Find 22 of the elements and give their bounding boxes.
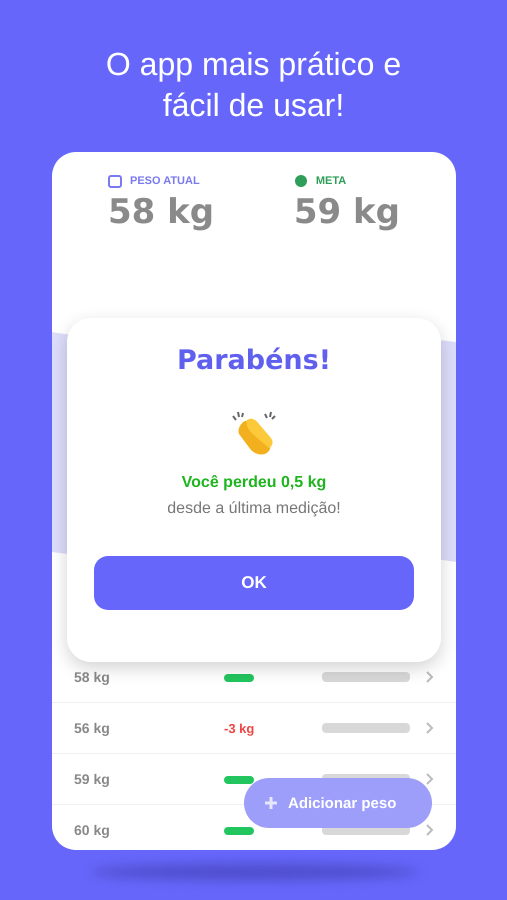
chevron-icon [426,773,434,785]
target-icon [294,174,308,188]
weight-loss-message: Você perdeu 0,5 kg [182,474,326,492]
calendar-icon [108,174,122,188]
since-last-measurement-text: desde a última medição! [167,500,341,518]
weight-change: -3 kg [224,720,254,736]
weight-entry: 60 kg [74,822,111,838]
ok-button[interactable]: OK [94,556,414,610]
weight-entry: 56 kg [74,720,111,736]
weight-entry: 59 kg [74,771,111,787]
weight-value: 58 kg [108,192,214,232]
headline: O app mais prático e fácil de usar! [104,45,402,125]
weight-value: 59 kg [294,192,400,232]
chevron-icon [426,824,434,836]
chevron-icon [426,671,434,683]
summary-label: PESO ATUAL [130,175,200,187]
chevron-icon [426,722,434,734]
dialog-title: Parabéns! [176,345,332,376]
summary-label: META [316,175,346,187]
add-weight-button[interactable]: Adicionar peso [244,778,432,828]
weight-entry: 58 kg [74,669,111,685]
plus-icon [264,796,278,810]
